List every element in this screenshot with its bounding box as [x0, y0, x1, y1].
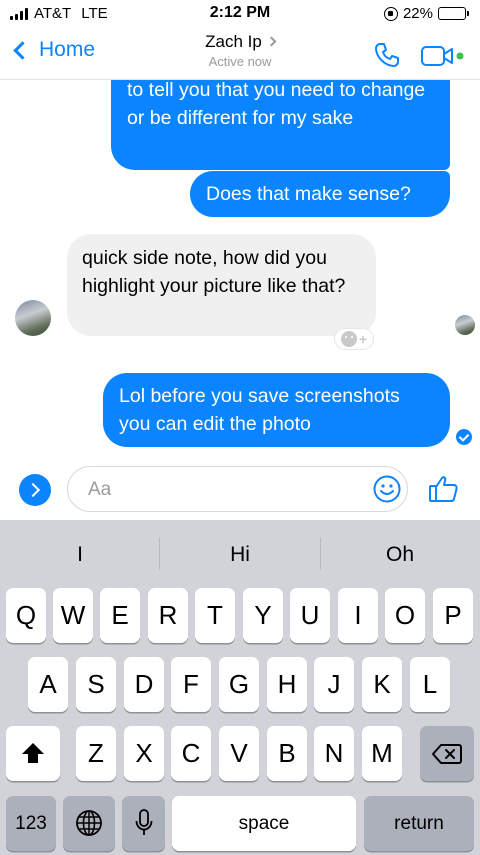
contact-info[interactable]: Zach Ip Active now — [0, 32, 480, 69]
key-w[interactable]: W — [53, 588, 93, 643]
key-u[interactable]: U — [290, 588, 330, 643]
key-v[interactable]: V — [219, 726, 259, 781]
numbers-key[interactable]: 123 — [6, 796, 56, 851]
key-j[interactable]: J — [314, 657, 354, 712]
globe-icon — [76, 810, 102, 836]
key-m[interactable]: M — [362, 726, 402, 781]
key-a[interactable]: A — [28, 657, 68, 712]
key-b[interactable]: B — [267, 726, 307, 781]
key-r[interactable]: R — [148, 588, 188, 643]
key-t[interactable]: T — [195, 588, 235, 643]
key-s[interactable]: S — [76, 657, 116, 712]
key-f[interactable]: F — [171, 657, 211, 712]
delivered-check-icon — [456, 429, 472, 445]
expand-actions-button[interactable] — [19, 474, 51, 506]
message-input-placeholder: Aa — [88, 479, 112, 500]
space-key[interactable]: space — [172, 796, 356, 851]
contact-avatar[interactable] — [15, 300, 51, 336]
key-i[interactable]: I — [338, 588, 378, 643]
shift-icon — [22, 743, 44, 763]
key-p[interactable]: P — [433, 588, 473, 643]
battery-icon — [438, 7, 469, 20]
smiley-icon — [340, 331, 357, 347]
suggestion-2[interactable]: Hi — [160, 520, 320, 586]
plus-icon: + — [358, 331, 368, 347]
battery-percent: 22% — [402, 5, 433, 22]
predictive-bar: I Hi Oh — [0, 520, 480, 586]
message-bubble-sent[interactable]: Does that make sense? — [190, 171, 450, 217]
backspace-icon — [432, 744, 462, 764]
video-icon[interactable] — [420, 44, 466, 68]
seen-avatar — [455, 315, 475, 335]
status-bar: AT&T LTE 2:12 PM 22% — [0, 0, 480, 28]
key-e[interactable]: E — [100, 588, 140, 643]
message-thread[interactable]: to tell you that you need to change or b… — [0, 80, 480, 458]
key-d[interactable]: D — [124, 657, 164, 712]
suggestion-3[interactable]: Oh — [320, 520, 480, 586]
message-input[interactable]: Aa — [67, 466, 408, 512]
key-h[interactable]: H — [267, 657, 307, 712]
microphone-icon — [135, 809, 152, 835]
globe-key[interactable] — [63, 796, 115, 851]
rotation-lock-icon — [383, 6, 398, 21]
conversation-header: Home Zach Ip Active now — [0, 28, 480, 80]
key-z[interactable]: Z — [76, 726, 116, 781]
composer: Aa — [0, 458, 480, 520]
return-key[interactable]: return — [364, 796, 474, 851]
keyboard: I Hi Oh Q W E R T Y U I O P A S D F G H … — [0, 520, 480, 855]
contact-status: Active now — [208, 54, 272, 69]
message-bubble-sent[interactable]: Lol before you save screenshots you can … — [103, 373, 450, 447]
key-n[interactable]: N — [314, 726, 354, 781]
key-q[interactable]: Q — [6, 588, 46, 643]
message-bubble-sent[interactable]: to tell you that you need to change or b… — [111, 80, 450, 170]
delete-key[interactable] — [420, 726, 474, 781]
status-right: 22% — [383, 5, 469, 22]
thumbs-up-icon[interactable] — [428, 474, 460, 504]
contact-name: Zach Ip — [205, 32, 262, 51]
dictation-key[interactable] — [122, 796, 165, 851]
shift-key[interactable] — [6, 726, 60, 781]
emoji-icon[interactable] — [372, 474, 402, 504]
key-g[interactable]: G — [219, 657, 259, 712]
key-x[interactable]: X — [124, 726, 164, 781]
key-c[interactable]: C — [171, 726, 211, 781]
message-bubble-received[interactable]: quick side note, how did you highlight y… — [67, 234, 376, 336]
chevron-right-icon — [266, 36, 277, 47]
add-reaction-button[interactable]: + — [334, 328, 374, 350]
phone-icon[interactable] — [372, 40, 402, 70]
key-l[interactable]: L — [410, 657, 450, 712]
key-o[interactable]: O — [385, 588, 425, 643]
key-y[interactable]: Y — [243, 588, 283, 643]
suggestion-1[interactable]: I — [0, 520, 160, 586]
key-k[interactable]: K — [362, 657, 402, 712]
